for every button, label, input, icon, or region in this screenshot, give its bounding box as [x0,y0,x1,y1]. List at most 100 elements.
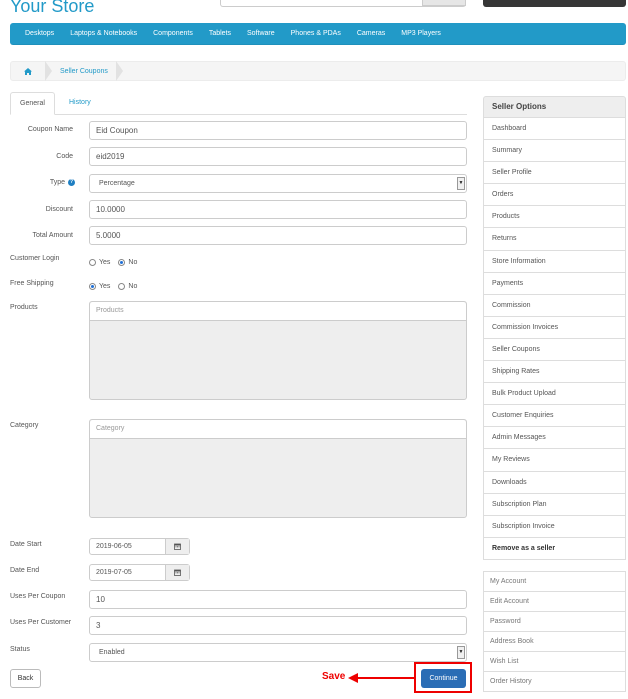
products-input[interactable]: Products [90,302,466,321]
sidebar-item-commission-invoices[interactable]: Commission Invoices [483,316,626,339]
type-select-value: Percentage [99,180,135,187]
uses-per-customer-input[interactable]: 3 [89,616,467,635]
breadcrumb: Seller Coupons [10,61,626,81]
type-select[interactable]: Percentage ▼ [89,174,467,193]
discount-input[interactable]: 10.0000 [89,200,467,219]
date-start-value: 2019-06-05 [96,543,132,550]
search-bar[interactable] [220,0,466,7]
radio-selected-icon[interactable] [89,283,96,290]
uses-per-coupon-input[interactable]: 10 [89,590,467,609]
menu-item-laptops[interactable]: Laptops & Notebooks [70,30,137,37]
arrow-icon [348,673,414,683]
breadcrumb-separator [45,61,52,81]
sidebar-item-admin-messages[interactable]: Admin Messages [483,427,626,450]
sidebar-item-orders[interactable]: Orders [483,184,626,207]
main-menu: Desktops Laptops & Notebooks Components … [10,23,626,45]
menu-item-components[interactable]: Components [153,30,193,37]
tab-history[interactable]: History [60,92,100,115]
menu-item-software[interactable]: Software [247,30,275,37]
free-shipping-label: Free Shipping [10,280,54,287]
discount-label: Discount [45,206,73,213]
save-annotation: Save [322,671,346,682]
account-item-my-account[interactable]: My Account [483,572,626,592]
coupon-name-label: Coupon Name [27,126,73,133]
breadcrumb-seller-coupons[interactable]: Seller Coupons [60,68,108,75]
cart-button[interactable] [483,0,626,7]
sidebar-item-payments[interactable]: Payments [483,272,626,295]
uses-per-customer-label: Uses Per Customer [10,619,72,626]
chevron-down-icon: ▼ [457,177,465,190]
free-shipping-options: Yes No [89,283,145,290]
tab-general[interactable]: General [10,92,55,115]
menu-item-tablets[interactable]: Tablets [209,30,231,37]
radio-selected-icon[interactable] [118,259,126,266]
sidebar-item-my-reviews[interactable]: My Reviews [483,449,626,472]
search-button[interactable] [422,0,466,6]
category-box: Category [89,419,467,518]
customer-login-no-label: No [128,259,138,266]
customer-login-yes-label: Yes [99,259,111,266]
sidebar-item-shipping-rates[interactable]: Shipping Rates [483,361,626,384]
sidebar-item-customer-enquiries[interactable]: Customer Enquiries [483,405,626,428]
account-item-edit-account[interactable]: Edit Account [483,592,626,612]
date-end-label: Date End [10,567,40,574]
help-icon[interactable]: ? [68,179,75,186]
free-shipping-yes-label: Yes [99,283,111,290]
status-label: Status [10,646,30,653]
date-end-input[interactable]: 2019-07-05 [89,564,190,581]
menu-item-desktops[interactable]: Desktops [25,30,54,37]
account-list: My Account Edit Account Password Address… [483,571,626,692]
sidebar-item-products[interactable]: Products [483,206,626,229]
calendar-icon[interactable] [165,565,189,580]
total-amount-label: Total Amount [32,232,73,239]
sidebar-item-seller-coupons[interactable]: Seller Coupons [483,338,626,362]
uses-per-coupon-label: Uses Per Coupon [10,593,66,600]
radio-icon[interactable] [118,283,126,290]
menu-item-mp3[interactable]: MP3 Players [401,30,441,37]
status-select[interactable]: Enabled ▼ [89,643,467,662]
products-box: Products [89,301,467,400]
home-icon[interactable] [11,62,45,80]
customer-login-no[interactable]: No [118,259,137,266]
seller-options-list: Dashboard Summary Seller Profile Orders … [483,118,626,560]
code-input[interactable]: eid2019 [89,147,467,166]
sidebar-item-summary[interactable]: Summary [483,140,626,163]
date-start-input[interactable]: 2019-06-05 [89,538,190,555]
sidebar-item-remove-seller[interactable]: Remove as a seller [483,537,626,560]
store-title[interactable]: Your Store [10,0,94,17]
sidebar-item-commission[interactable]: Commission [483,294,626,317]
menu-item-phones[interactable]: Phones & PDAs [291,30,341,37]
sidebar-item-downloads[interactable]: Downloads [483,471,626,494]
account-item-wish-list[interactable]: Wish List [483,652,626,672]
sidebar-item-subscription-invoice[interactable]: Subscription Invoice [483,515,626,538]
customer-login-label: Customer Login [10,255,60,262]
customer-login-options: Yes No [89,259,145,266]
free-shipping-no[interactable]: No [118,283,137,290]
sidebar-item-bulk-product-upload[interactable]: Bulk Product Upload [483,383,626,406]
category-label: Category [10,422,39,429]
total-amount-input[interactable]: 5.0000 [89,226,467,245]
sidebar-item-dashboard[interactable]: Dashboard [483,118,626,141]
tab-bar: General History [10,92,467,115]
menu-item-cameras[interactable]: Cameras [357,30,385,37]
coupon-name-input[interactable]: Eid Coupon [89,121,467,140]
type-label-text: Type [49,179,65,186]
category-input[interactable]: Category [90,420,466,439]
seller-options-title: Seller Options [483,96,626,118]
account-item-address-book[interactable]: Address Book [483,632,626,652]
radio-icon[interactable] [89,259,96,266]
sidebar-item-subscription-plan[interactable]: Subscription Plan [483,493,626,516]
customer-login-yes[interactable]: Yes [89,259,110,266]
free-shipping-yes[interactable]: Yes [89,283,110,290]
sidebar-item-returns[interactable]: Returns [483,228,626,251]
account-item-order-history[interactable]: Order History [483,672,626,692]
type-label: Type [10,179,65,186]
status-select-value: Enabled [99,649,125,656]
code-label: Code [56,153,73,160]
sidebar-item-seller-profile[interactable]: Seller Profile [483,162,626,185]
sidebar-item-store-information[interactable]: Store Information [483,250,626,273]
calendar-icon[interactable] [165,539,189,554]
back-button[interactable]: Back [10,669,41,688]
continue-button[interactable]: Continue [421,669,466,688]
account-item-password[interactable]: Password [483,612,626,632]
